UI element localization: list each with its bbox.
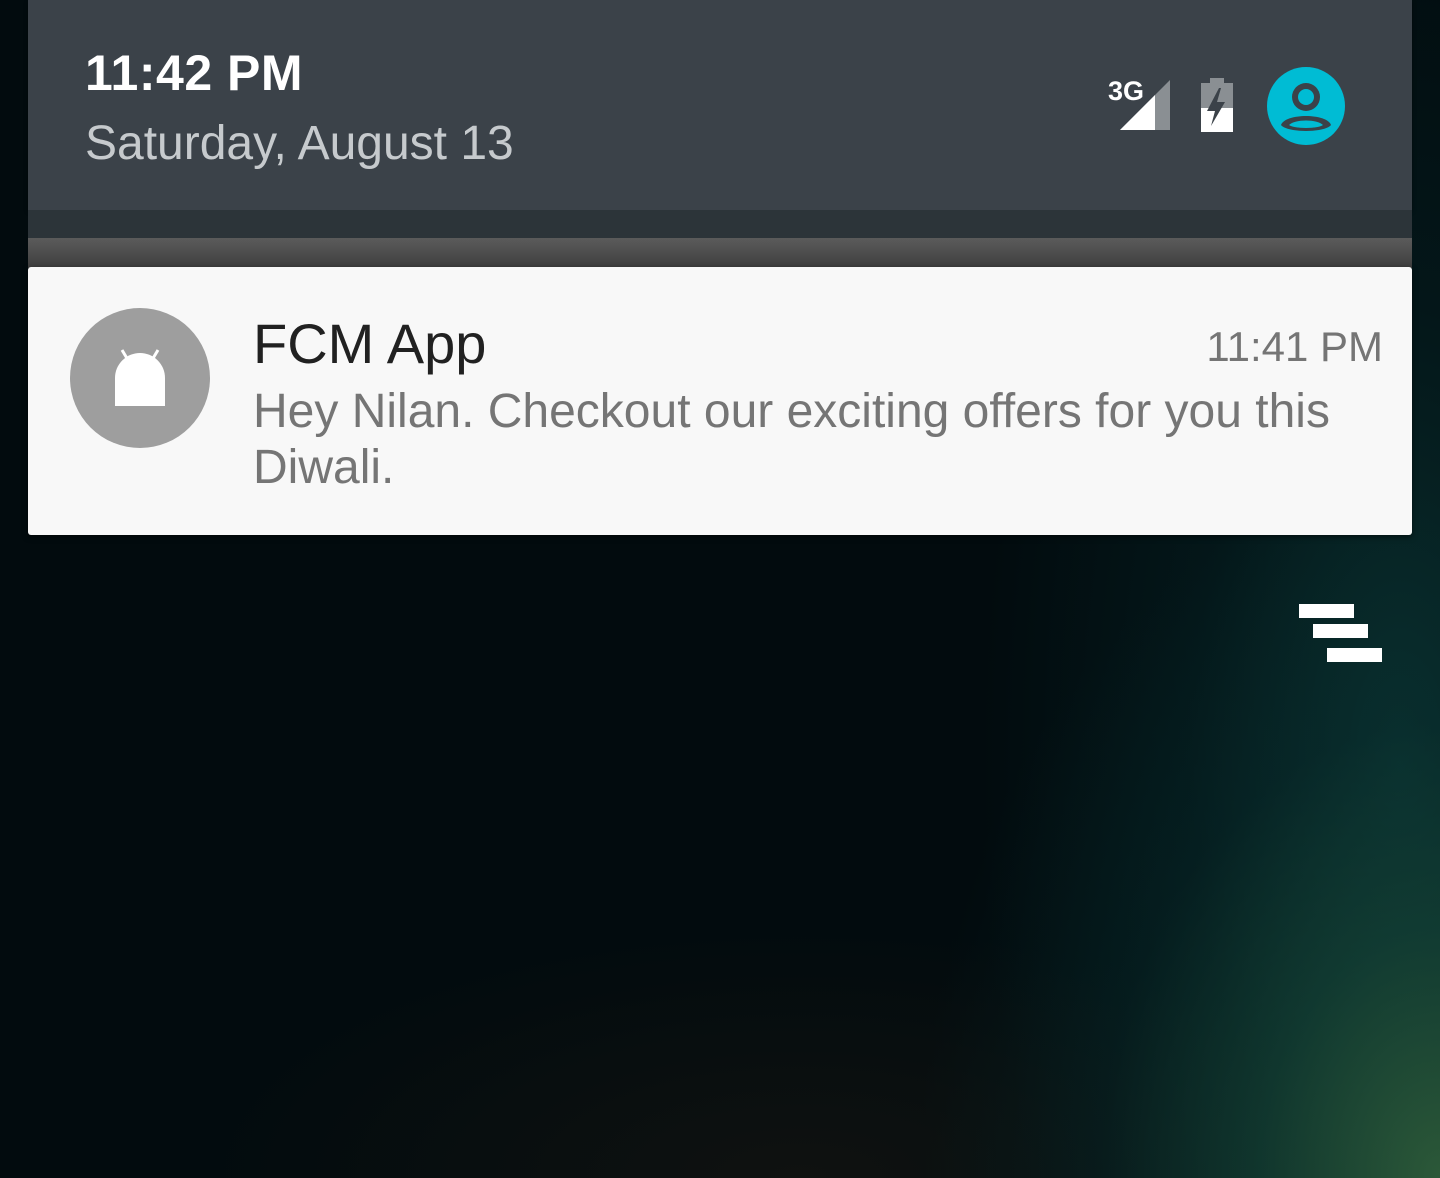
- header-divider: [28, 210, 1412, 238]
- clear-all-icon[interactable]: [1296, 600, 1386, 666]
- notification-message: Hey Nilan. Checkout our exciting offers …: [253, 385, 1330, 494]
- android-icon: [115, 349, 165, 406]
- app-icon: [70, 308, 210, 448]
- clock: 11:42 PM: [85, 45, 304, 101]
- notification-card[interactable]: FCM App 11:41 PM Hey Nilan. Checkout our…: [28, 267, 1412, 535]
- user-avatar-icon[interactable]: [1267, 67, 1345, 145]
- battery-charging-icon: [1201, 78, 1233, 132]
- notification-time: 11:41 PM: [1206, 323, 1383, 370]
- signal-icon: [1120, 80, 1170, 130]
- notification-app-name: FCM App: [253, 312, 487, 375]
- date: Saturday, August 13: [85, 117, 514, 170]
- header-shadow-gap: [28, 238, 1412, 268]
